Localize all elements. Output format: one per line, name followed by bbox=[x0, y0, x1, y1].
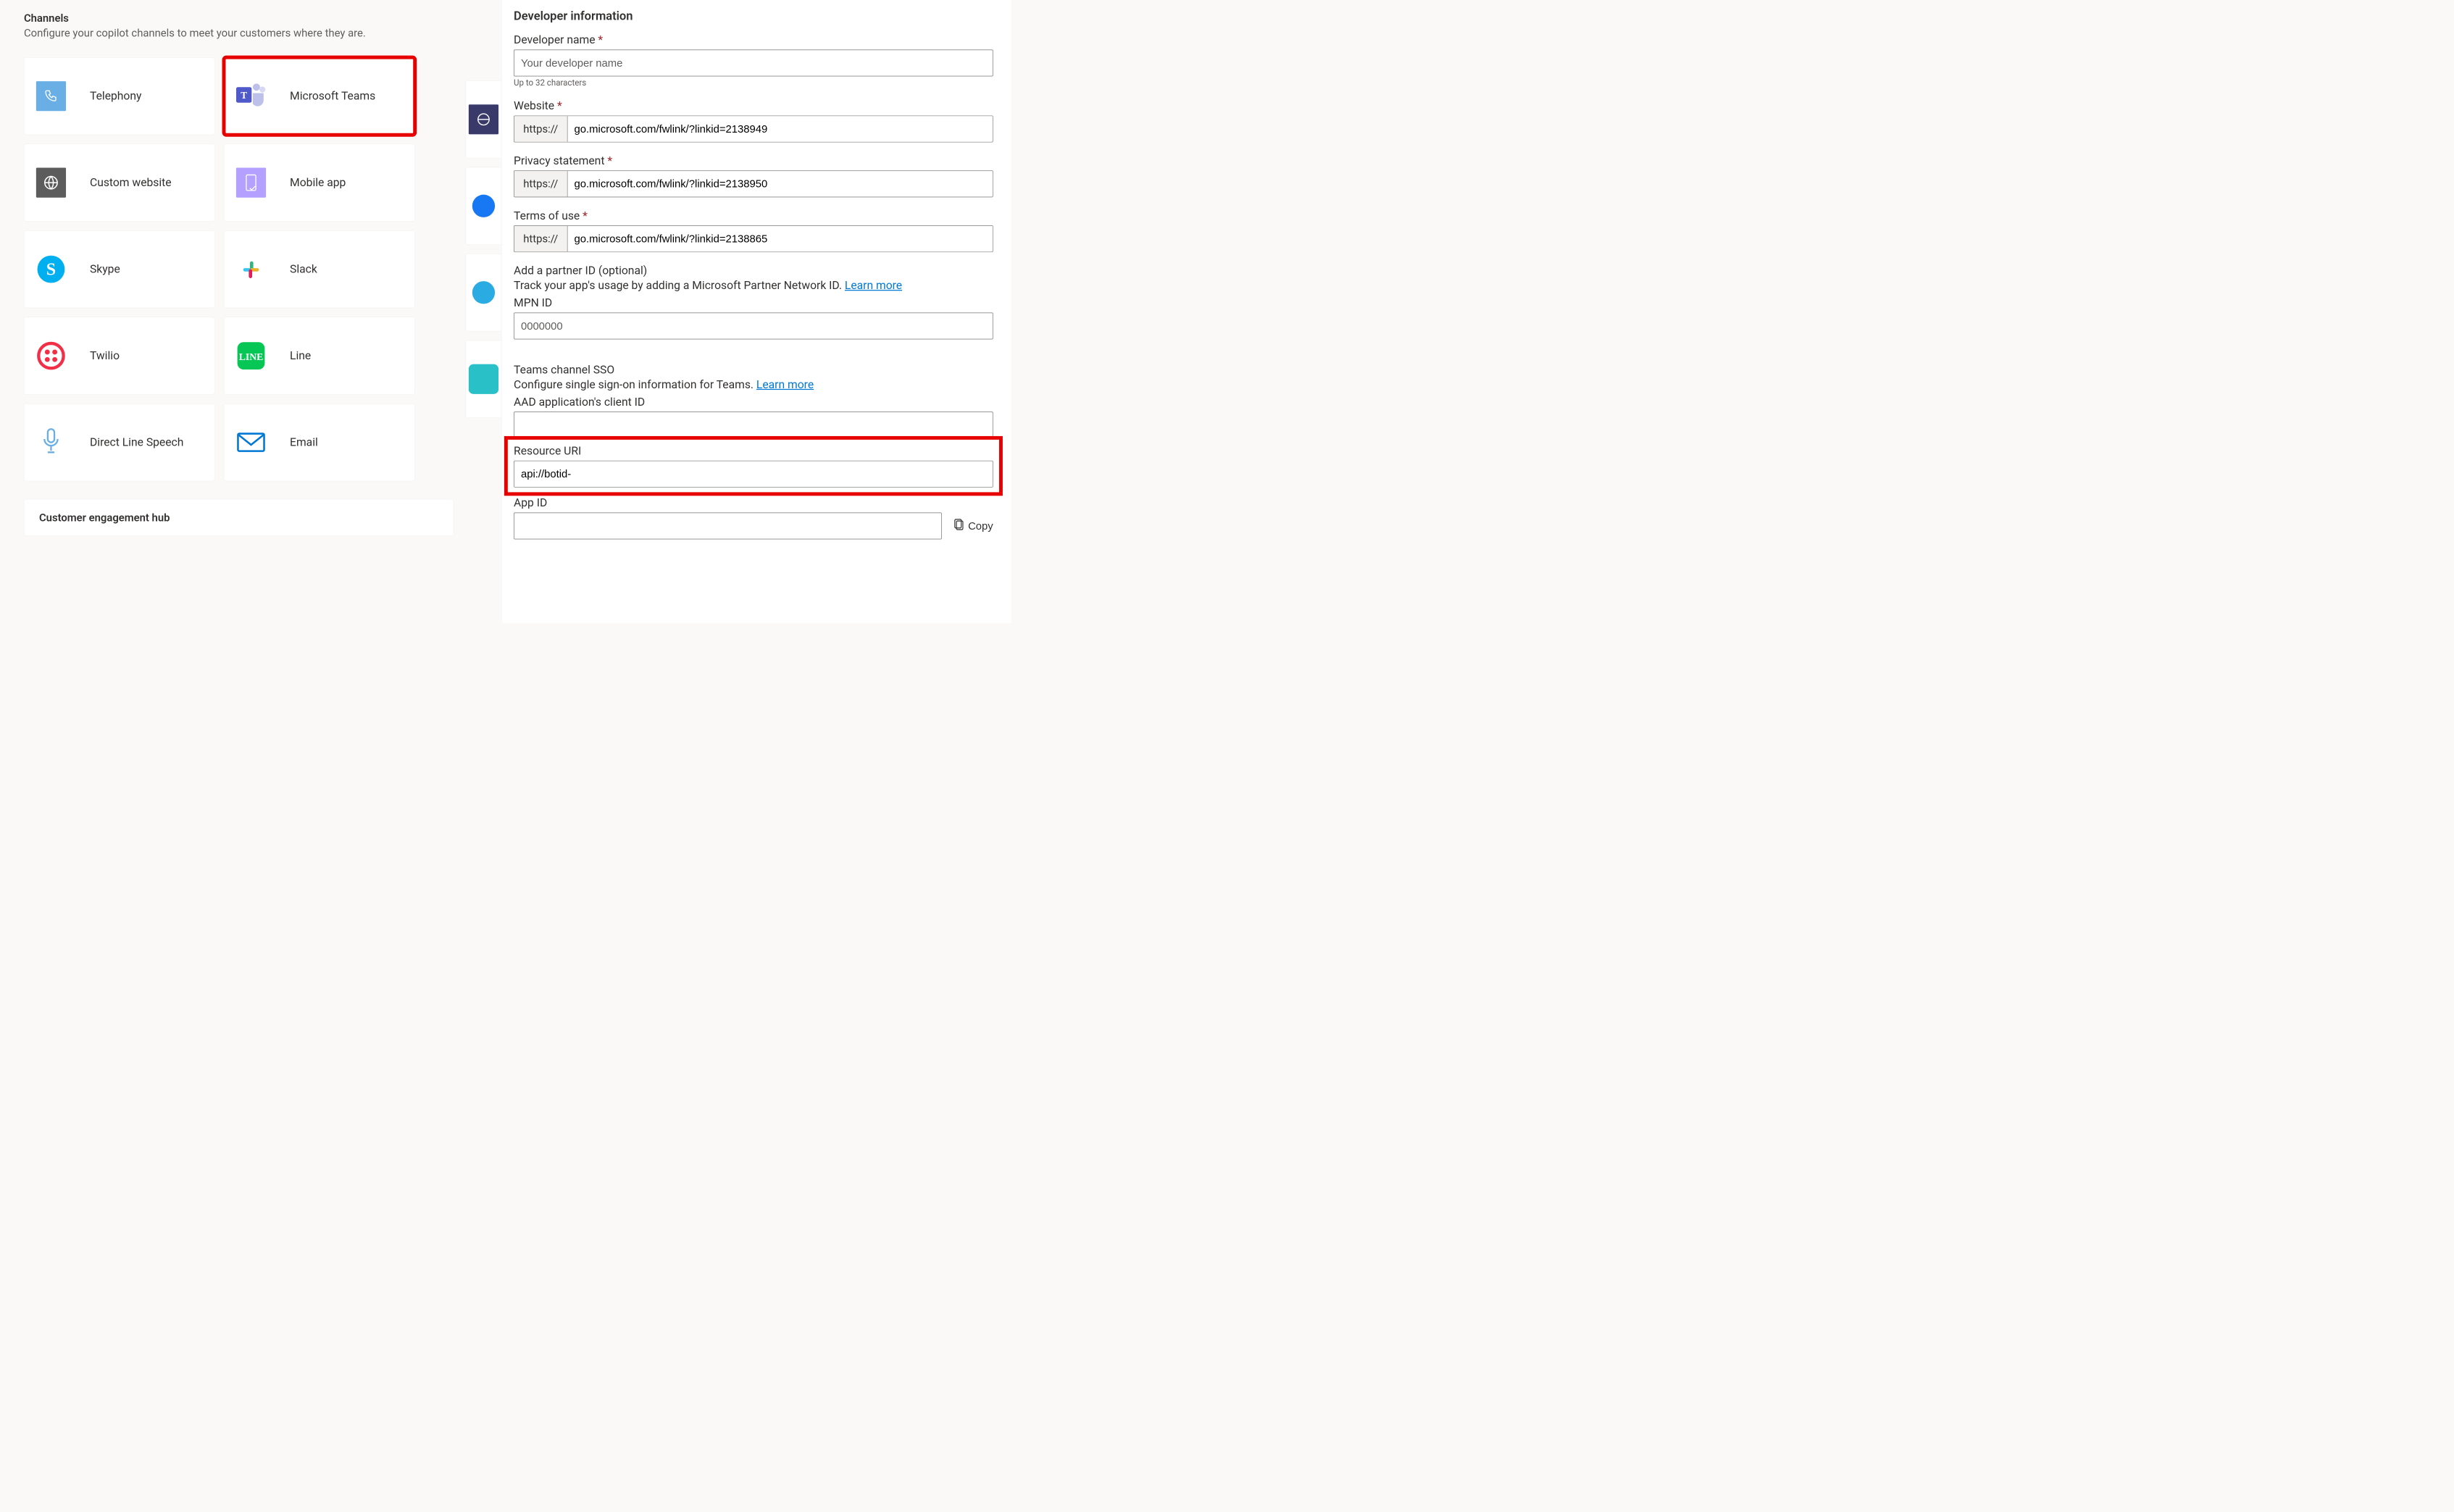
channel-card-skype[interactable]: S Skype bbox=[24, 230, 215, 308]
partner-id-head: Add a partner ID (optional) bbox=[514, 264, 993, 277]
privacy-input[interactable] bbox=[567, 171, 992, 196]
line-icon: LINE bbox=[236, 341, 266, 371]
channel-card-partial[interactable] bbox=[466, 80, 501, 158]
channels-overflow bbox=[466, 0, 501, 623]
mobile-icon bbox=[236, 168, 266, 198]
channel-label: Twilio bbox=[90, 349, 120, 362]
channel-label: Telephony bbox=[90, 90, 141, 103]
globe-icon bbox=[36, 168, 66, 198]
channel-card-slack[interactable]: Slack bbox=[224, 230, 415, 308]
microphone-icon bbox=[36, 427, 66, 457]
https-prefix: https:// bbox=[514, 226, 568, 251]
twilio-icon bbox=[36, 341, 66, 371]
channel-label: Email bbox=[290, 436, 318, 449]
channel-label: Microsoft Teams bbox=[290, 90, 375, 103]
learn-more-link[interactable]: Learn more bbox=[756, 378, 814, 391]
copy-icon bbox=[953, 518, 964, 534]
channel-card-email[interactable]: Email bbox=[224, 404, 415, 481]
channel-label: Direct Line Speech bbox=[90, 436, 183, 449]
svg-text:T: T bbox=[241, 90, 247, 101]
channel-card-line[interactable]: LINE Line bbox=[224, 317, 415, 395]
channels-title: Channels bbox=[24, 12, 454, 24]
developer-name-input[interactable] bbox=[514, 49, 993, 76]
svg-text:LINE: LINE bbox=[239, 351, 264, 362]
mpn-label: MPN ID bbox=[514, 296, 993, 309]
partner-id-desc: Track your app's usage by adding a Micro… bbox=[514, 279, 993, 292]
channel-card-custom-website[interactable]: Custom website bbox=[24, 144, 215, 222]
sso-desc: Configure single sign-on information for… bbox=[514, 378, 993, 391]
mpn-input[interactable] bbox=[514, 312, 993, 339]
copy-button[interactable]: Copy bbox=[953, 518, 993, 534]
website-label: Website * bbox=[514, 99, 993, 112]
engagement-hub-title: Customer engagement hub bbox=[39, 511, 438, 524]
slack-icon bbox=[236, 254, 266, 284]
skype-icon: S bbox=[36, 254, 66, 284]
terms-label: Terms of use * bbox=[514, 209, 993, 222]
channel-card-telephony[interactable]: Telephony bbox=[24, 57, 215, 135]
resource-uri-input[interactable] bbox=[514, 461, 993, 488]
channel-card-teams[interactable]: T Microsoft Teams bbox=[224, 57, 415, 135]
phone-icon bbox=[36, 81, 66, 111]
channels-grid: Telephony T Microsoft Teams Custom websi… bbox=[24, 57, 454, 481]
channel-label: Line bbox=[290, 349, 311, 362]
channel-label: Skype bbox=[90, 263, 120, 276]
channel-label: Slack bbox=[290, 263, 317, 276]
privacy-label: Privacy statement * bbox=[514, 154, 993, 167]
learn-more-link[interactable]: Learn more bbox=[845, 279, 902, 292]
developer-info-panel: Developer information Developer name * U… bbox=[501, 0, 1011, 623]
app-id-input[interactable] bbox=[514, 512, 942, 539]
resource-uri-label: Resource URI bbox=[514, 444, 993, 457]
channel-card-mobile-app[interactable]: Mobile app bbox=[224, 144, 415, 222]
https-prefix: https:// bbox=[514, 171, 568, 196]
channel-card-partial[interactable] bbox=[466, 341, 501, 418]
terms-input[interactable] bbox=[567, 226, 992, 251]
svg-text:S: S bbox=[46, 260, 56, 279]
channel-card-partial[interactable] bbox=[466, 254, 501, 331]
customer-engagement-hub[interactable]: Customer engagement hub bbox=[24, 499, 454, 536]
aad-client-id-input[interactable] bbox=[514, 412, 993, 438]
sso-head: Teams channel SSO bbox=[514, 363, 993, 376]
channel-label: Custom website bbox=[90, 176, 172, 189]
https-prefix: https:// bbox=[514, 116, 568, 141]
aad-client-id-label: AAD application's client ID bbox=[514, 396, 993, 409]
app-id-label: App ID bbox=[514, 496, 993, 509]
teams-icon: T bbox=[236, 81, 266, 111]
channel-card-partial[interactable] bbox=[466, 167, 501, 245]
developer-name-label: Developer name * bbox=[514, 33, 993, 46]
email-icon bbox=[236, 427, 266, 457]
channel-card-twilio[interactable]: Twilio bbox=[24, 317, 215, 395]
channel-label: Mobile app bbox=[290, 176, 346, 189]
resource-uri-highlight: Resource URI bbox=[509, 441, 997, 490]
website-input[interactable] bbox=[567, 116, 992, 141]
channel-card-direct-line-speech[interactable]: Direct Line Speech bbox=[24, 404, 215, 481]
channels-subtitle: Configure your copilot channels to meet … bbox=[24, 27, 454, 39]
channels-panel: Channels Configure your copilot channels… bbox=[0, 0, 466, 623]
section-title: Developer information bbox=[514, 9, 993, 22]
developer-name-help: Up to 32 characters bbox=[514, 78, 993, 88]
